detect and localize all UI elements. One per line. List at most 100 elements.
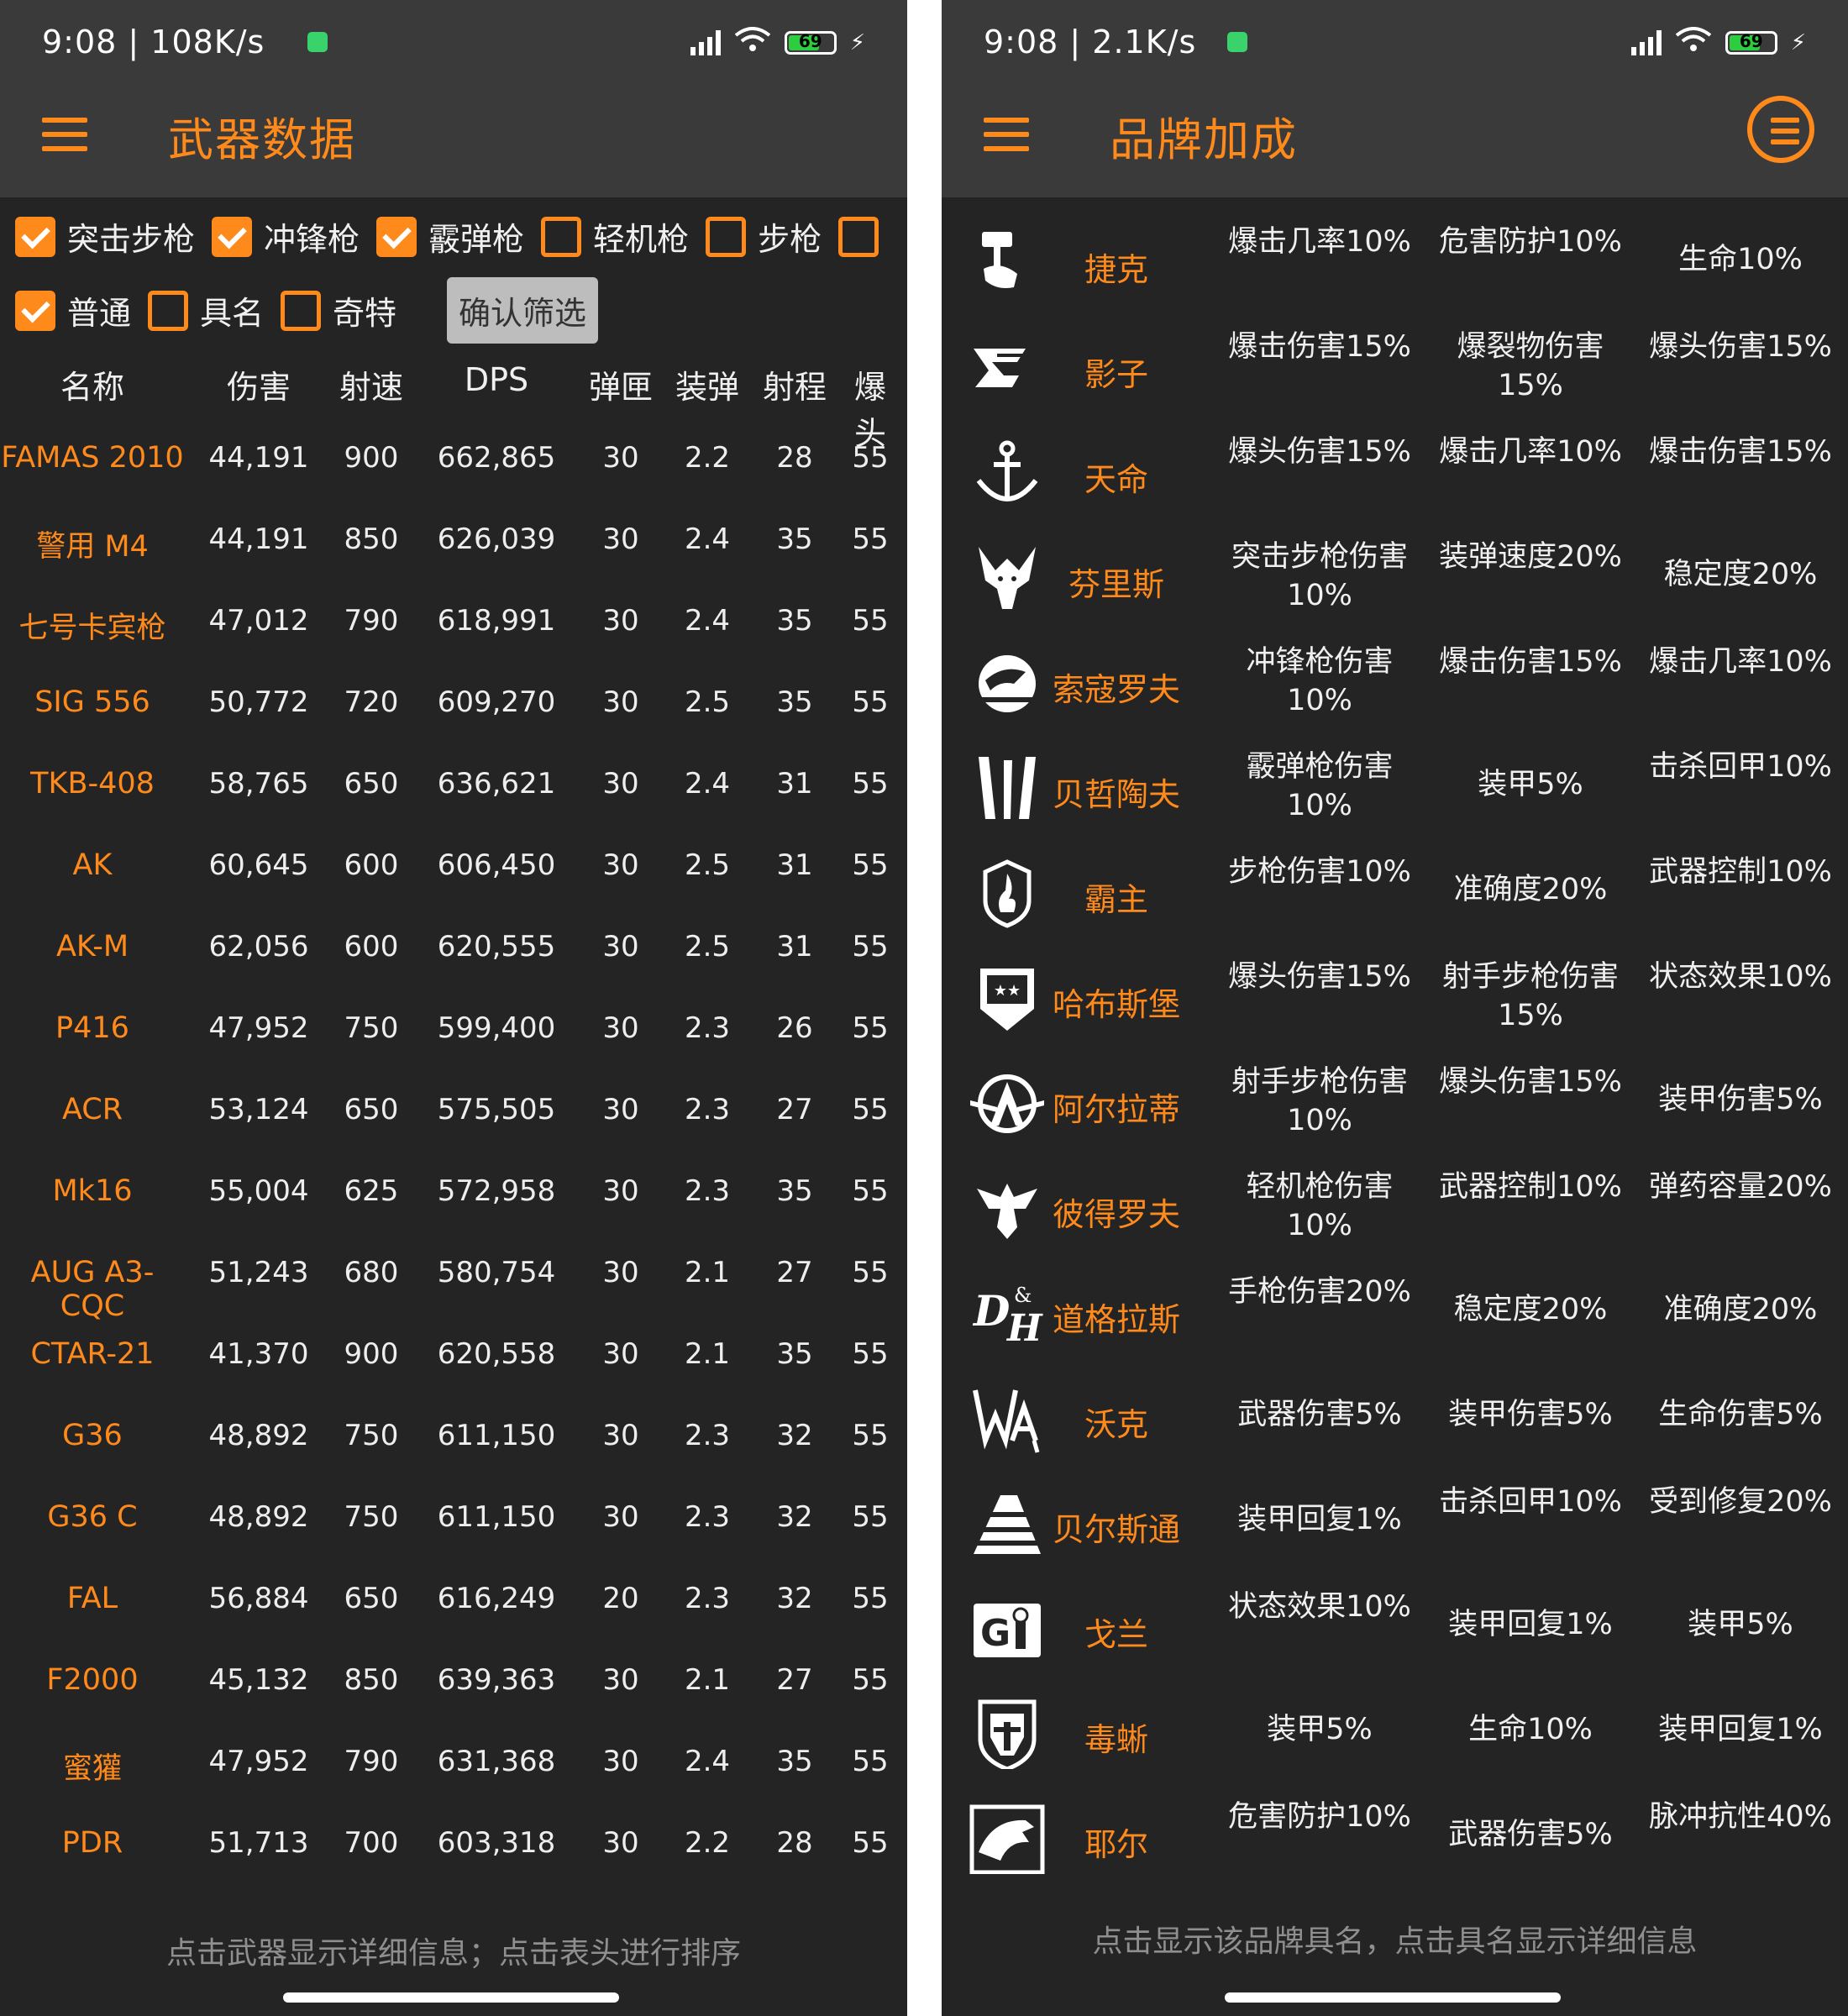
table-row[interactable]: PDR 51,713 700 603,318 30 2.2 28 55	[0, 1801, 907, 1882]
weapon-name[interactable]: ACR	[0, 1093, 185, 1126]
weapon-name[interactable]: 七号卡宾枪	[0, 604, 185, 647]
weapon-name[interactable]: AK-M	[0, 930, 185, 963]
brand-name[interactable]: 天命	[1049, 454, 1184, 500]
brand-name[interactable]: 毒蜥	[1049, 1714, 1184, 1760]
column-header[interactable]: 弹匣	[587, 361, 654, 407]
brand-name[interactable]: 芬里斯	[1049, 559, 1184, 605]
weapon-name[interactable]: P416	[0, 1011, 185, 1045]
filter-checkbox[interactable]: 轻机枪	[541, 213, 689, 260]
brand-row[interactable]: 贝尔斯通 装甲回复1% 击杀回甲10% 受到修复20%	[942, 1468, 1848, 1573]
weapon-name[interactable]: TKB-408	[0, 767, 185, 801]
confirm-filter-button[interactable]: 确认筛选	[447, 277, 599, 344]
column-header[interactable]: 伤害	[204, 361, 313, 407]
table-row[interactable]: AUG A3-CQC 51,243 680 580,754 30 2.1 27 55	[0, 1231, 907, 1323]
brand-name[interactable]: 彼得罗夫	[1049, 1189, 1184, 1235]
table-row[interactable]: FAL 56,884 650 616,249 20 2.3 32 55	[0, 1557, 907, 1638]
weapon-name[interactable]: G36	[0, 1419, 185, 1452]
weapon-name[interactable]: FAMAS 2010	[0, 441, 185, 475]
refresh-list-icon[interactable]	[1747, 96, 1814, 163]
column-header[interactable]: 装弹	[674, 361, 741, 407]
filter-checkbox[interactable]: 突击步枪	[15, 213, 195, 260]
brand-row[interactable]: 霸主 步枪伤害10% 准确度20% 武器控制10%	[942, 838, 1848, 943]
gesture-bar[interactable]	[283, 1992, 619, 2003]
brand-name[interactable]: 捷克	[1049, 244, 1184, 290]
brand-name[interactable]: 沃克	[1049, 1399, 1184, 1445]
filter-checkbox[interactable]: 步枪	[706, 213, 822, 260]
brand-row[interactable]: 芬里斯 突击步枪伤害10% 装弹速度20% 稳定度20%	[942, 523, 1848, 628]
menu-icon[interactable]	[42, 118, 87, 151]
table-row[interactable]: CTAR-21 41,370 900 620,558 30 2.1 35 55	[0, 1312, 907, 1394]
brand-row[interactable]: 索寇罗夫 冲锋枪伤害10% 爆击伤害15% 爆击几率10%	[942, 628, 1848, 733]
table-cell: 611,150	[437, 1419, 556, 1452]
weapon-name[interactable]: F2000	[0, 1663, 185, 1697]
table-row[interactable]: 蜜獾 47,952 790 631,368 30 2.4 35 55	[0, 1719, 907, 1801]
brand-row[interactable]: ★★ 哈布斯堡 爆头伤害15% 射手步枪伤害15% 状态效果10%	[942, 943, 1848, 1048]
brand-name[interactable]: 贝哲陶夫	[1049, 769, 1184, 815]
signal-icon	[1630, 29, 1662, 55]
table-row[interactable]: 警用 M4 44,191 850 626,039 30 2.4 35 55	[0, 497, 907, 579]
weapon-name[interactable]: FAL	[0, 1582, 185, 1615]
checkbox-empty-icon[interactable]	[838, 216, 879, 257]
table-row[interactable]: AK 60,645 600 606,450 30 2.5 31 55	[0, 823, 907, 905]
table-row[interactable]: Mk16 55,004 625 572,958 30 2.3 35 55	[0, 1149, 907, 1231]
checkbox-empty-icon[interactable]	[541, 216, 582, 257]
brand-name[interactable]: 霸主	[1049, 874, 1184, 920]
brand-row[interactable]: 耶尔 危害防护10% 武器伤害5% 脉冲抗性40%	[942, 1783, 1848, 1888]
brand-row[interactable]: 毒蜥 装甲5% 生命10% 装甲回复1%	[942, 1678, 1848, 1783]
brand-row[interactable]: D H & 道格拉斯 手枪伤害20% 稳定度20% 准确度20%	[942, 1258, 1848, 1363]
brand-name[interactable]: 影子	[1049, 349, 1184, 395]
table-row[interactable]: ACR 53,124 650 575,505 30 2.3 27 55	[0, 1068, 907, 1149]
brand-name[interactable]: 道格拉斯	[1049, 1294, 1184, 1340]
table-row[interactable]: AK-M 62,056 600 620,555 30 2.5 31 55	[0, 905, 907, 986]
weapon-name[interactable]: 警用 M4	[0, 522, 185, 565]
column-header[interactable]: 射速	[325, 361, 417, 407]
weapon-name[interactable]: 蜜獾	[0, 1745, 185, 1788]
gesture-bar[interactable]	[1225, 1992, 1561, 2003]
menu-icon[interactable]	[984, 118, 1029, 151]
column-header[interactable]: 射程	[761, 361, 828, 407]
brand-row[interactable]: 彼得罗夫 轻机枪伤害10% 武器控制10% 弹药容量20%	[942, 1153, 1848, 1258]
table-row[interactable]: TKB-408 58,765 650 636,621 30 2.4 31 55	[0, 742, 907, 823]
weapon-name[interactable]: Mk16	[0, 1174, 185, 1208]
table-row[interactable]: P416 47,952 750 599,400 30 2.3 26 55	[0, 986, 907, 1068]
filter-checkbox[interactable]	[838, 216, 890, 257]
checkbox-empty-icon[interactable]	[148, 290, 189, 331]
brand-name[interactable]: 贝尔斯通	[1049, 1504, 1184, 1550]
filter-checkbox[interactable]: 霰弹枪	[376, 213, 524, 260]
brand-row[interactable]: G 戈兰 状态效果10% 装甲回复1% 装甲5%	[942, 1573, 1848, 1678]
filter-checkbox[interactable]: 奇特	[281, 287, 396, 333]
column-header[interactable]: 名称	[0, 361, 185, 407]
brand-name[interactable]: 阿尔拉蒂	[1049, 1084, 1184, 1130]
brand-row[interactable]: 捷克 爆击几率10% 危害防护10% 生命10%	[942, 208, 1848, 313]
filter-checkbox[interactable]: 冲锋枪	[212, 213, 360, 260]
brand-name[interactable]: 哈布斯堡	[1049, 979, 1184, 1025]
filter-checkbox[interactable]: 普通	[15, 287, 131, 333]
checkbox-checked-icon[interactable]	[376, 216, 417, 257]
brand-name[interactable]: 耶尔	[1049, 1819, 1184, 1865]
table-row[interactable]: G36 C 48,892 750 611,150 30 2.3 32 55	[0, 1475, 907, 1557]
filter-checkbox[interactable]: 具名	[148, 287, 264, 333]
brand-name[interactable]: 索寇罗夫	[1049, 664, 1184, 710]
weapon-name[interactable]: SIG 556	[0, 685, 185, 719]
brand-name[interactable]: 戈兰	[1049, 1609, 1184, 1655]
checkbox-empty-icon[interactable]	[281, 290, 322, 331]
weapon-name[interactable]: CTAR-21	[0, 1337, 185, 1371]
table-row[interactable]: FAMAS 2010 44,191 900 662,865 30 2.2 28 55	[0, 416, 907, 497]
brand-row[interactable]: 影子 爆击伤害15% 爆裂物伤害15% 爆头伤害15%	[942, 313, 1848, 418]
table-row[interactable]: F2000 45,132 850 639,363 30 2.1 27 55	[0, 1638, 907, 1719]
brand-row[interactable]: 沃克 武器伤害5% 装甲伤害5% 生命伤害5%	[942, 1363, 1848, 1468]
brand-row[interactable]: 贝哲陶夫 霰弹枪伤害10% 装甲5% 击杀回甲10%	[942, 733, 1848, 838]
table-row[interactable]: SIG 556 50,772 720 609,270 30 2.5 35 55	[0, 660, 907, 742]
weapon-name[interactable]: G36 C	[0, 1500, 185, 1534]
column-header[interactable]: DPS	[429, 361, 564, 398]
weapon-name[interactable]: PDR	[0, 1826, 185, 1860]
checkbox-checked-icon[interactable]	[15, 216, 55, 257]
brand-row[interactable]: 天命 爆头伤害15% 爆击几率10% 爆击伤害15%	[942, 418, 1848, 523]
checkbox-empty-icon[interactable]	[706, 216, 747, 257]
weapon-name[interactable]: AK	[0, 848, 185, 882]
table-row[interactable]: 七号卡宾枪 47,012 790 618,991 30 2.4 35 55	[0, 579, 907, 660]
checkbox-checked-icon[interactable]	[212, 216, 253, 257]
checkbox-checked-icon[interactable]	[15, 290, 55, 331]
table-row[interactable]: G36 48,892 750 611,150 30 2.3 32 55	[0, 1394, 907, 1475]
brand-row[interactable]: 阿尔拉蒂 射手步枪伤害10% 爆头伤害15% 装甲伤害5%	[942, 1048, 1848, 1153]
